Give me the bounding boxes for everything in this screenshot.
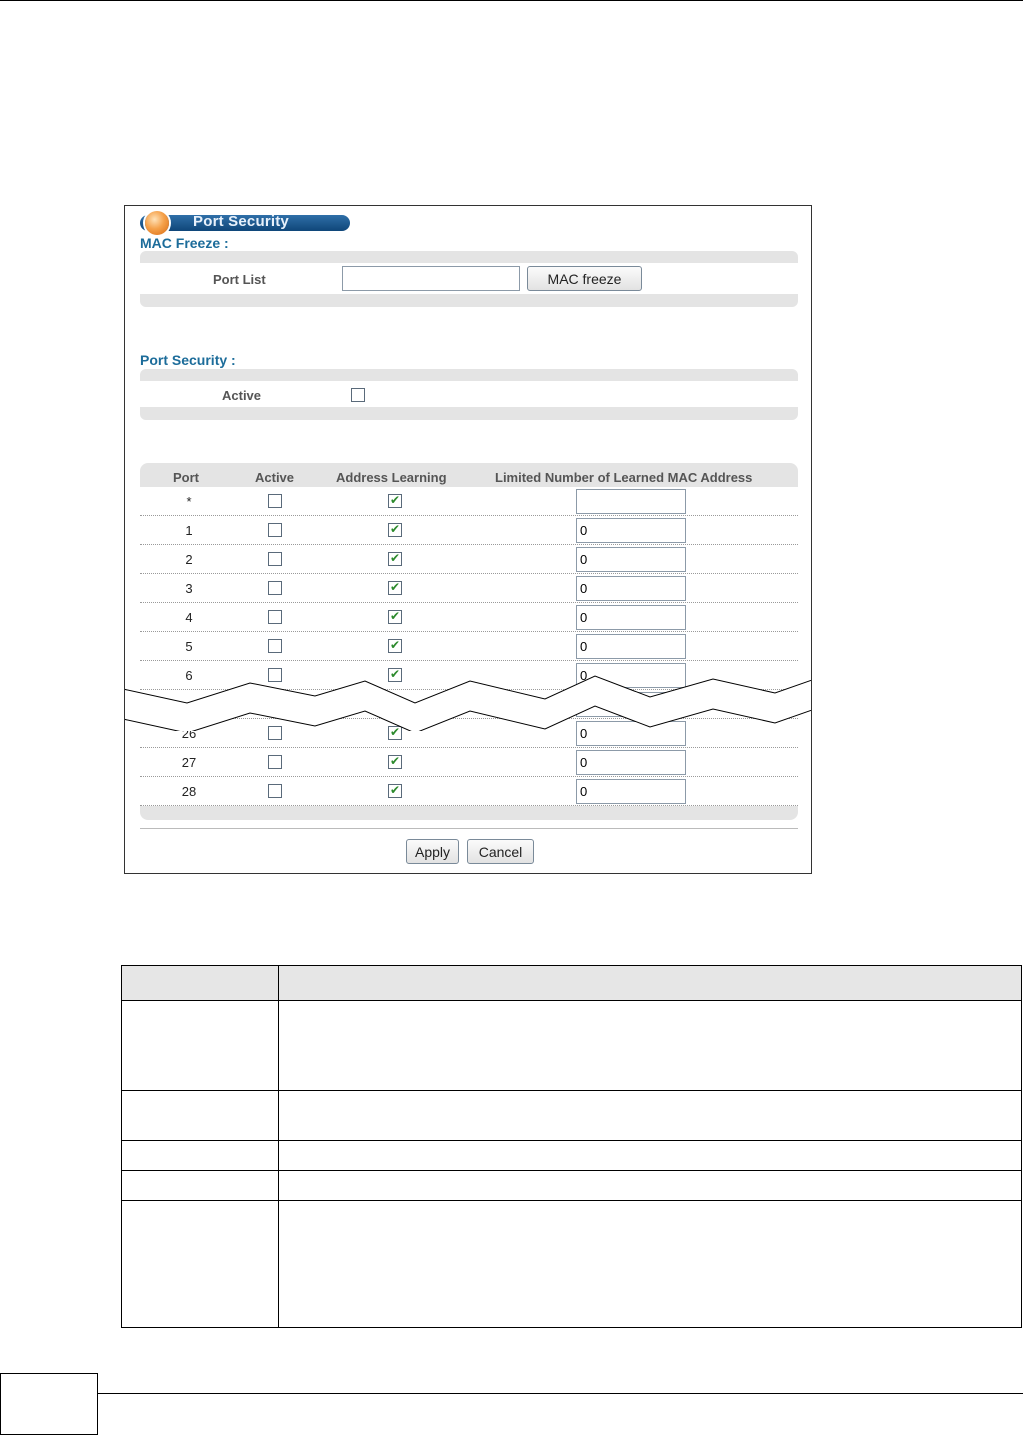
address-learning-checkbox[interactable] (388, 609, 402, 624)
limit-input[interactable] (576, 576, 686, 601)
port-list-label: Port List (213, 272, 266, 287)
description-header-cell (278, 965, 1022, 1001)
address-learning-checkbox[interactable] (388, 522, 402, 537)
address-learning-checkbox[interactable] (388, 754, 402, 769)
port-active-checkbox[interactable] (268, 552, 282, 566)
port-number: 27 (181, 755, 197, 770)
mac-freeze-heading: MAC Freeze : (140, 235, 229, 251)
port-active-checkbox[interactable] (268, 755, 282, 769)
header-active: Active (255, 470, 295, 485)
page-top-rule (0, 0, 1023, 1)
port-table-footer (140, 806, 798, 820)
mac-freeze-button[interactable]: MAC freeze (527, 266, 642, 291)
page-number-box (0, 1373, 98, 1435)
port-number: 3 (185, 581, 193, 596)
table-row: 2 (140, 545, 798, 574)
page-bottom-rule (0, 1393, 1023, 1394)
limit-input[interactable] (576, 750, 686, 775)
port-security-heading: Port Security : (140, 352, 236, 368)
table-row: 3 (140, 574, 798, 603)
table-row: * (140, 487, 798, 516)
description-cell (121, 1140, 279, 1171)
port-active-checkbox[interactable] (268, 784, 282, 798)
limit-input[interactable] (576, 518, 686, 543)
address-learning-checkbox[interactable] (388, 783, 402, 798)
global-active-label: Active (222, 388, 262, 403)
port-security-panel: Port Security MAC Freeze : Port List MAC… (124, 205, 812, 874)
cancel-button[interactable]: Cancel (467, 839, 534, 864)
table-break-marker (125, 675, 811, 731)
description-cell (278, 1140, 1022, 1171)
global-active-checkbox[interactable] (351, 388, 365, 402)
limit-input[interactable] (576, 547, 686, 572)
port-number: 28 (181, 784, 197, 799)
port-list-input[interactable] (342, 266, 520, 291)
table-row (121, 1090, 1022, 1141)
table-row: 5 (140, 632, 798, 661)
port-number: 5 (185, 639, 193, 654)
limit-input[interactable] (576, 489, 686, 514)
table-row (121, 1000, 1022, 1091)
apply-button[interactable]: Apply (406, 839, 459, 864)
address-learning-checkbox[interactable] (388, 580, 402, 595)
limit-input[interactable] (576, 605, 686, 630)
port-active-checkbox[interactable] (268, 639, 282, 653)
header-address-learning: Address Learning (336, 470, 447, 485)
address-learning-checkbox[interactable] (388, 551, 402, 566)
address-learning-checkbox[interactable] (388, 493, 402, 508)
port-number: * (186, 494, 192, 509)
description-table (121, 965, 1022, 1328)
port-active-checkbox[interactable] (268, 581, 282, 595)
table-row (121, 1140, 1022, 1171)
limit-input[interactable] (576, 779, 686, 804)
port-active-checkbox[interactable] (268, 494, 282, 508)
description-cell (121, 1200, 279, 1328)
header-limited-number: Limited Number of Learned MAC Address (495, 470, 753, 485)
header-port: Port (173, 470, 199, 485)
description-cell (121, 1000, 279, 1091)
table-row (121, 1170, 1022, 1201)
table-row: 4 (140, 603, 798, 632)
port-number: 4 (185, 610, 193, 625)
footer-divider (140, 828, 798, 829)
limit-input[interactable] (576, 634, 686, 659)
port-number: 2 (185, 552, 193, 567)
table-row: 27 (140, 748, 798, 777)
description-cell (278, 1170, 1022, 1201)
port-number: 1 (185, 523, 193, 538)
port-active-checkbox[interactable] (268, 523, 282, 537)
table-row (121, 1200, 1022, 1328)
description-header-cell (121, 965, 279, 1001)
panel-title: Port Security (193, 213, 289, 230)
table-row: 1 (140, 516, 798, 545)
description-cell (278, 1090, 1022, 1141)
description-cell (121, 1090, 279, 1141)
address-learning-checkbox[interactable] (388, 638, 402, 653)
table-row: 28 (140, 777, 798, 806)
description-cell (121, 1170, 279, 1201)
description-cell (278, 1000, 1022, 1091)
description-table-header (121, 965, 1022, 1001)
description-cell (278, 1200, 1022, 1328)
orb-icon (145, 211, 169, 235)
port-active-checkbox[interactable] (268, 610, 282, 624)
